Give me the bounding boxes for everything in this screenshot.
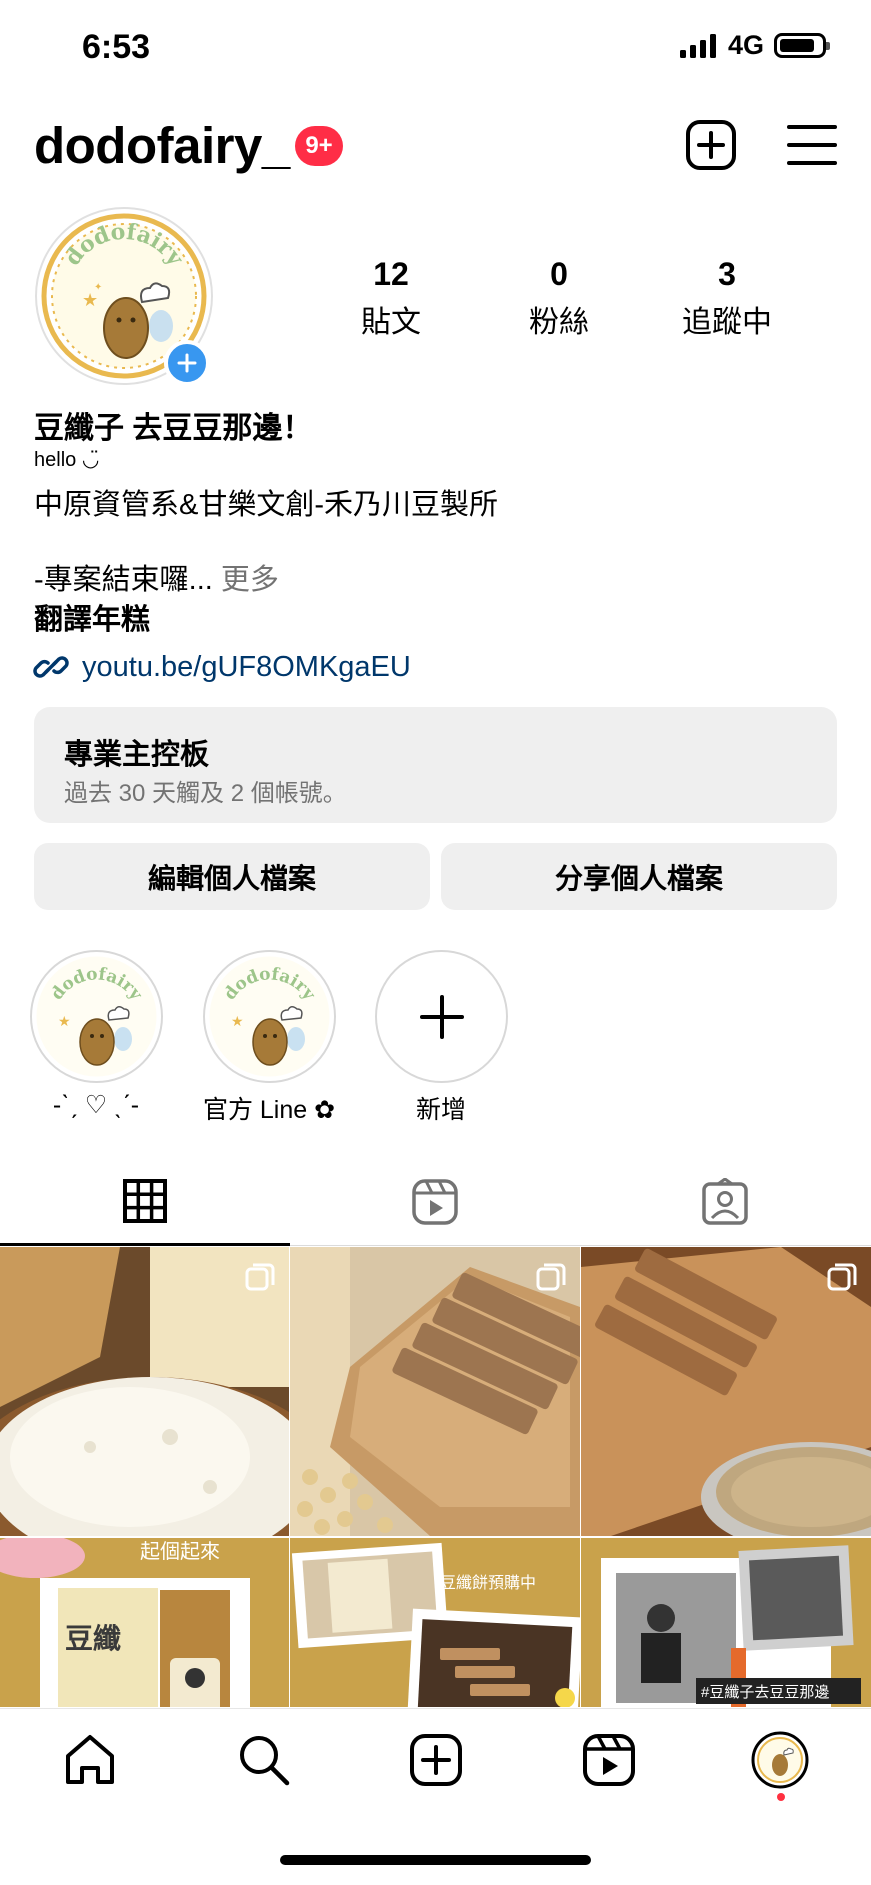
signal-icon [679, 33, 716, 58]
profile-link[interactable]: youtu.be/gUF8OMKgaEU [32, 648, 411, 686]
plus-icon [177, 353, 197, 373]
reels-icon[interactable] [581, 1732, 637, 1788]
menu-icon[interactable] [785, 118, 839, 172]
highlight-3-label: 新增 [415, 1096, 466, 1124]
post-4-image: 起個起來 豆纖 [0, 1538, 289, 1707]
grid-tab-icon[interactable] [123, 1179, 167, 1223]
username[interactable]: dodofairy_ [34, 116, 290, 175]
post-2[interactable] [290, 1247, 580, 1536]
edit-profile-button[interactable]: 編輯個人檔案 [34, 843, 430, 910]
add-story-button[interactable] [164, 340, 210, 386]
pronoun-line: hello ◡̈ [34, 449, 100, 471]
search-icon[interactable] [236, 1732, 292, 1788]
stat-posts-label: 貼文 [361, 306, 421, 339]
post-4-package-text: 豆纖 [65, 1623, 121, 1654]
post-5-image: 豆纖餅預購中 [290, 1538, 580, 1707]
status-time: 6:53 [82, 28, 151, 66]
stat-followers-label: 粉絲 [529, 306, 589, 339]
new-highlight-button[interactable] [375, 950, 508, 1083]
bio-line-1: 中原資管系&甘樂文創-禾乃川豆製所 [34, 489, 499, 521]
post-6[interactable]: #豆纖子去豆豆那邊 [581, 1538, 871, 1707]
more-link[interactable]: 更多 [221, 564, 279, 596]
svg-text:✦: ✦ [94, 282, 102, 293]
create-icon[interactable] [408, 1732, 464, 1788]
highlight-2-label: 官方 Line ✿ [202, 1096, 336, 1124]
stat-following[interactable]: 3 追蹤中 [652, 256, 802, 341]
stat-following-count: 3 [718, 256, 736, 292]
dashboard-title: 專業主控板 [64, 739, 210, 771]
create-post-icon[interactable] [684, 118, 738, 172]
svg-text:★: ★ [82, 290, 98, 310]
post-5-caption: 豆纖餅預購中 [440, 1574, 536, 1592]
stat-followers[interactable]: 0 粉絲 [484, 256, 634, 341]
notification-badge[interactable]: 9+ [295, 126, 343, 166]
multi-post-icon [536, 1263, 566, 1291]
link-text[interactable]: youtu.be/gUF8OMKgaEU [82, 651, 411, 684]
share-profile-button[interactable]: 分享個人檔案 [441, 843, 837, 910]
post-1[interactable] [0, 1247, 289, 1536]
plus-icon [419, 994, 464, 1039]
link-icon [33, 656, 69, 678]
battery-icon [774, 33, 830, 58]
home-icon[interactable] [62, 1732, 118, 1788]
profile-tab-avatar[interactable] [751, 1731, 809, 1789]
stat-followers-count: 0 [550, 256, 568, 292]
post-grid: 起個起來 豆纖 豆纖餅預購中 #豆纖子去豆豆那邊 [0, 1247, 871, 1707]
tagged-tab-icon[interactable] [701, 1178, 749, 1226]
bio-line-2-text: -專案結束囉... [34, 564, 213, 596]
stat-posts-count: 12 [373, 256, 409, 292]
highlight-1[interactable]: dodofairy ★ [30, 950, 163, 1083]
post-3[interactable] [581, 1247, 871, 1536]
svg-text:★: ★ [231, 1013, 244, 1029]
network-type: 4G [727, 30, 764, 60]
svg-text:★: ★ [58, 1013, 71, 1029]
profile-notification-dot [777, 1793, 785, 1801]
dashboard-subtitle: 過去 30 天觸及 2 個帳號。 [64, 780, 347, 807]
status-indicators: 4G [679, 30, 830, 61]
post-4-caption: 起個起來 [140, 1540, 220, 1563]
highlight-1-label: -ˋˏ ♡ ˎˊ- [52, 1091, 140, 1119]
stat-following-label: 追蹤中 [682, 306, 772, 339]
home-indicator [280, 1855, 591, 1865]
profile-avatar[interactable]: dodofairy ★ ✦ [34, 206, 214, 386]
highlight-2[interactable]: dodofairy ★ [203, 950, 336, 1083]
bio-line-2: -專案結束囉... 更多 [34, 556, 279, 598]
post-6-image: #豆纖子去豆豆那邊 [581, 1538, 871, 1707]
multi-post-icon [827, 1263, 857, 1291]
reels-tab-icon[interactable] [411, 1178, 459, 1226]
active-tab-indicator [0, 1243, 290, 1246]
professional-dashboard[interactable]: 專業主控板 過去 30 天觸及 2 個帳號。 [34, 707, 837, 823]
stat-posts[interactable]: 12 貼文 [316, 256, 466, 341]
highlight-2-image: dodofairy ★ [209, 956, 330, 1077]
post-5[interactable]: 豆纖餅預購中 [290, 1538, 580, 1707]
bio-line-3: 翻譯年糕 [34, 604, 151, 636]
post-4[interactable]: 起個起來 豆纖 [0, 1538, 289, 1707]
highlight-1-image: dodofairy ★ [36, 956, 157, 1077]
post-6-caption: #豆纖子去豆豆那邊 [701, 1684, 829, 1701]
display-name: 豆纖子 去豆豆那邊！ [34, 412, 313, 445]
multi-post-icon [245, 1263, 275, 1291]
